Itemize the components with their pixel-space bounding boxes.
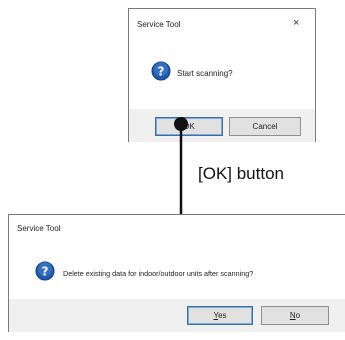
ok-button-annotation: [OK] button bbox=[198, 164, 284, 183]
yes-button[interactable]: Yes bbox=[187, 306, 253, 325]
delete-data-dialog: Service Tool ? Delete existing data for … bbox=[8, 214, 345, 332]
button-bar: Yes No bbox=[9, 299, 345, 332]
no-button[interactable]: No bbox=[261, 306, 329, 325]
dialog-title: Service Tool bbox=[17, 224, 61, 233]
svg-text:?: ? bbox=[42, 265, 49, 279]
question-icon: ? bbox=[35, 261, 55, 286]
dialog-message: Delete existing data for indoor/outdoor … bbox=[63, 269, 254, 278]
